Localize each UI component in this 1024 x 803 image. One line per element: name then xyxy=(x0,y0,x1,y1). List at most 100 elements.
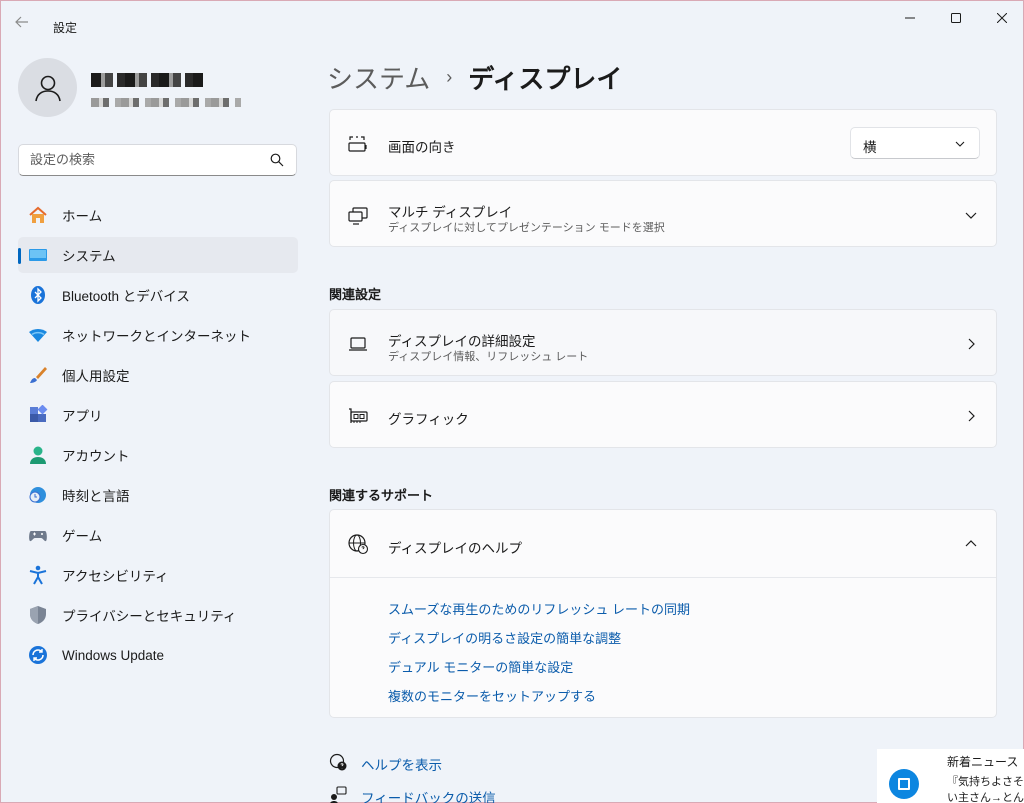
multi-display-subtitle: ディスプレイに対してプレゼンテーション モードを選択 xyxy=(388,222,665,234)
sidebar-item-personalization[interactable]: 個人用設定 xyxy=(18,357,298,393)
chevron-right-icon xyxy=(968,410,975,422)
newspaper-icon xyxy=(898,778,910,790)
minimize-button[interactable] xyxy=(887,7,933,29)
chevron-down-icon[interactable] xyxy=(964,208,978,222)
page-title: ディスプレイ xyxy=(468,64,623,94)
system-icon xyxy=(28,245,48,265)
sidebar-item-label: アカウント xyxy=(62,449,130,464)
shield-icon xyxy=(28,605,48,625)
close-button[interactable] xyxy=(979,7,1024,29)
graphics-card-icon xyxy=(346,404,370,428)
advanced-display-title: ディスプレイの詳細設定 xyxy=(388,334,536,349)
sidebar-item-time-language[interactable]: 時刻と言語 xyxy=(18,477,298,513)
orientation-title: 画面の向き xyxy=(388,140,456,155)
chevron-up-icon[interactable] xyxy=(964,537,978,551)
screen-rotate-icon xyxy=(346,132,370,156)
news-widget[interactable]: 新着ニュース 『気持ちよさそう い主さん→とんで xyxy=(877,749,1024,803)
orientation-card: 画面の向き 横 xyxy=(329,109,997,176)
brush-icon xyxy=(28,365,48,385)
news-headline: 『気持ちよさそう xyxy=(947,776,1024,788)
sidebar-item-label: システム xyxy=(62,249,116,264)
avatar[interactable] xyxy=(18,58,77,117)
help-icon xyxy=(329,753,347,771)
wifi-icon xyxy=(28,325,48,345)
orientation-value: 横 xyxy=(863,140,877,155)
user-email-redacted xyxy=(91,98,241,107)
chevron-down-icon xyxy=(955,141,965,147)
orientation-dropdown[interactable]: 横 xyxy=(850,127,980,159)
multi-monitor-icon xyxy=(346,203,370,227)
active-indicator xyxy=(18,248,21,264)
send-feedback-link[interactable]: フィードバックの送信 xyxy=(361,787,496,803)
advanced-display-card[interactable]: ディスプレイの詳細設定 ディスプレイ情報、リフレッシュ レート xyxy=(329,309,997,376)
related-support-heading: 関連するサポート xyxy=(329,488,434,503)
sidebar-item-network[interactable]: ネットワークとインターネット xyxy=(18,317,298,353)
update-icon xyxy=(28,645,48,665)
user-name-redacted xyxy=(91,73,203,87)
feedback-icon xyxy=(330,786,347,803)
sidebar-item-label: Windows Update xyxy=(62,647,165,663)
account-icon xyxy=(28,445,48,465)
sidebar-item-label: アプリ xyxy=(62,409,103,424)
globe-clock-icon xyxy=(28,485,48,505)
breadcrumb-separator: › xyxy=(446,67,453,87)
chevron-right-icon xyxy=(968,338,975,350)
maximize-icon xyxy=(951,13,961,23)
sidebar-item-label: 個人用設定 xyxy=(62,369,130,384)
search-input[interactable] xyxy=(30,152,260,167)
multi-display-card[interactable]: マルチ ディスプレイ ディスプレイに対してプレゼンテーション モードを選択 xyxy=(329,180,997,247)
sidebar-item-bluetooth[interactable]: Bluetooth とデバイス xyxy=(18,277,298,313)
sidebar-item-label: プライバシーとセキュリティ xyxy=(62,609,237,624)
globe-help-icon xyxy=(346,532,370,556)
user-icon xyxy=(34,75,61,101)
divider xyxy=(330,577,996,578)
sidebar-item-accounts[interactable]: アカウント xyxy=(18,437,298,473)
home-icon xyxy=(28,205,48,225)
back-button[interactable] xyxy=(15,15,35,31)
laptop-icon xyxy=(346,332,370,356)
sidebar-item-system[interactable]: システム xyxy=(18,237,298,273)
back-arrow-icon xyxy=(15,16,28,28)
search-box[interactable] xyxy=(18,144,297,176)
title-bar: 設定 xyxy=(1,1,1023,45)
news-button[interactable] xyxy=(889,769,919,799)
graphics-card[interactable]: グラフィック xyxy=(329,381,997,448)
help-link-refresh-sync[interactable]: スムーズな再生のためのリフレッシュ レートの同期 xyxy=(388,599,690,618)
search-icon xyxy=(270,153,284,167)
display-help-card: ディスプレイのヘルプ スムーズな再生のためのリフレッシュ レートの同期 ディスプ… xyxy=(329,509,997,718)
multi-display-title: マルチ ディスプレイ xyxy=(388,205,513,220)
advanced-display-subtitle: ディスプレイ情報、リフレッシュ レート xyxy=(388,351,589,363)
news-title: 新着ニュース xyxy=(947,755,1019,769)
breadcrumb-parent[interactable]: システム xyxy=(327,59,430,96)
maximize-button[interactable] xyxy=(933,7,979,29)
gamepad-icon xyxy=(28,525,48,545)
sidebar-item-windows-update[interactable]: Windows Update xyxy=(18,637,298,673)
sidebar-nav: ホーム システム Bluetooth とデバイス ネットワークとインターネット xyxy=(18,197,298,677)
help-link-dual-monitor[interactable]: デュアル モニターの簡単な設定 xyxy=(388,657,573,676)
sidebar-item-label: ホーム xyxy=(62,209,103,224)
sidebar-item-label: 時刻と言語 xyxy=(62,489,130,504)
help-link-multi-monitor[interactable]: 複数のモニターをセットアップする xyxy=(388,686,596,705)
minimize-icon xyxy=(905,17,915,19)
news-headline-continued: い主さん→とんで xyxy=(947,792,1024,803)
sidebar-item-label: アクセシビリティ xyxy=(62,569,169,584)
graphics-title: グラフィック xyxy=(388,412,469,427)
sidebar-item-label: ネットワークとインターネット xyxy=(62,329,251,344)
get-help-link[interactable]: ヘルプを表示 xyxy=(361,754,442,774)
close-icon xyxy=(997,13,1007,23)
sidebar-item-home[interactable]: ホーム xyxy=(18,197,298,233)
sidebar-item-label: ゲーム xyxy=(62,529,103,544)
sidebar-item-accessibility[interactable]: アクセシビリティ xyxy=(18,557,298,593)
display-help-title: ディスプレイのヘルプ xyxy=(388,541,523,556)
apps-icon xyxy=(28,405,48,425)
sidebar-item-privacy[interactable]: プライバシーとセキュリティ xyxy=(18,597,298,633)
related-settings-heading: 関連設定 xyxy=(329,287,382,302)
help-link-brightness[interactable]: ディスプレイの明るさ設定の簡単な調整 xyxy=(388,628,621,647)
accessibility-icon xyxy=(28,565,48,585)
breadcrumb: システム › ディスプレイ xyxy=(327,59,622,96)
app-title: 設定 xyxy=(53,21,78,35)
sidebar-item-gaming[interactable]: ゲーム xyxy=(18,517,298,553)
bluetooth-icon xyxy=(28,285,48,305)
sidebar-item-label: Bluetooth とデバイス xyxy=(62,289,190,304)
sidebar-item-apps[interactable]: アプリ xyxy=(18,397,298,433)
